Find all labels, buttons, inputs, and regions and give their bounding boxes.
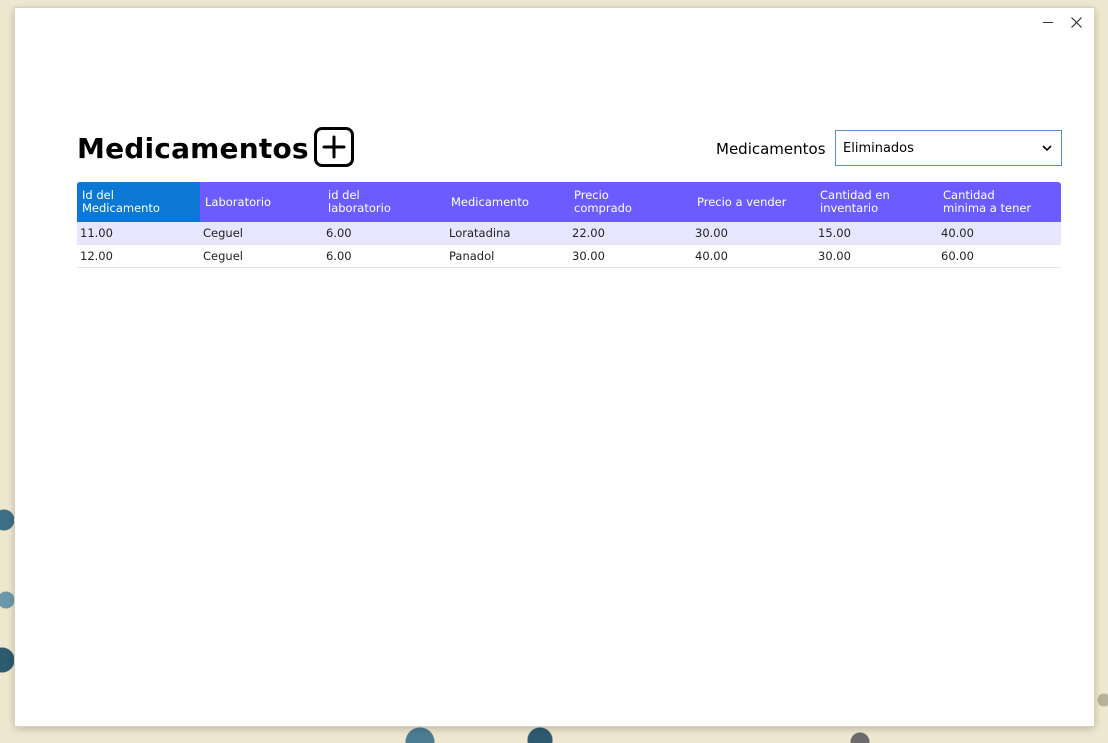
column-header[interactable]: id del laboratorio [323,182,446,222]
filter-dropdown[interactable]: Eliminados [835,130,1062,166]
table-cell: 30.00 [695,226,728,240]
chevron-down-icon [1042,145,1052,152]
column-header-label: Medicamento [451,194,529,209]
table-header: Id del Medicamento Laboratorio id del labo… [77,182,1061,222]
add-medicamento-button[interactable] [314,127,354,167]
table-cell: 12.00 [80,249,113,263]
column-header[interactable]: Precio comprado [569,182,692,222]
window-controls [1036,12,1088,32]
column-header[interactable]: Precio a vender [692,182,815,222]
column-header-label: Precio comprado [574,188,632,215]
column-header-label: Laboratorio [205,194,272,209]
table-row[interactable]: 11.00 Ceguel 6.00 Loratadina 22.00 30.00 15.00… [77,222,1061,245]
table-cell: 11.00 [80,226,113,240]
table-cell: 15.00 [818,226,851,240]
column-header[interactable]: Laboratorio [200,182,323,222]
table-body: 11.00 Ceguel 6.00 Loratadina 22.00 30.00 15.00… [77,222,1061,268]
table-cell: Panadol [449,249,495,263]
medicamentos-table: Id del Medicamento Laboratorio id del labo… [77,182,1061,268]
close-button[interactable] [1064,12,1088,32]
minimize-icon [1043,21,1053,23]
table-cell: 60.00 [941,249,974,263]
column-header-label: Id del Medicamento [82,188,160,215]
column-header-label: Precio a vender [697,194,787,209]
table-cell: 6.00 [326,249,352,263]
table-cell: Loratadina [449,226,511,240]
close-icon [1070,16,1082,28]
page-title: Medicamentos [77,132,309,165]
table-cell: 30.00 [572,249,605,263]
table-cell: Ceguel [203,249,243,263]
table-cell: 30.00 [818,249,851,263]
filter-label: Medicamentos [716,140,826,158]
column-header-label: Cantidad minima a tener [943,188,1032,215]
table-cell: Ceguel [203,226,243,240]
table-row[interactable]: 12.00 Ceguel 6.00 Panadol 30.00 40.00 30.00 60.… [77,245,1061,268]
column-header[interactable]: Cantidad minima a tener [938,182,1061,222]
plus-icon [322,135,346,159]
table-cell: 22.00 [572,226,605,240]
app-window: Medicamentos Medicamentos Eliminados Id … [15,8,1094,726]
filter-selected-value: Eliminados [843,140,914,156]
column-header[interactable]: Medicamento [446,182,569,222]
minimize-button[interactable] [1036,12,1060,32]
column-header[interactable]: Cantidad en inventario [815,182,938,222]
column-header[interactable]: Id del Medicamento [77,182,200,222]
table-cell: 40.00 [695,249,728,263]
table-cell: 6.00 [326,226,352,240]
column-header-label: id del laboratorio [328,188,391,215]
table-cell: 40.00 [941,226,974,240]
column-header-label: Cantidad en inventario [820,188,890,215]
